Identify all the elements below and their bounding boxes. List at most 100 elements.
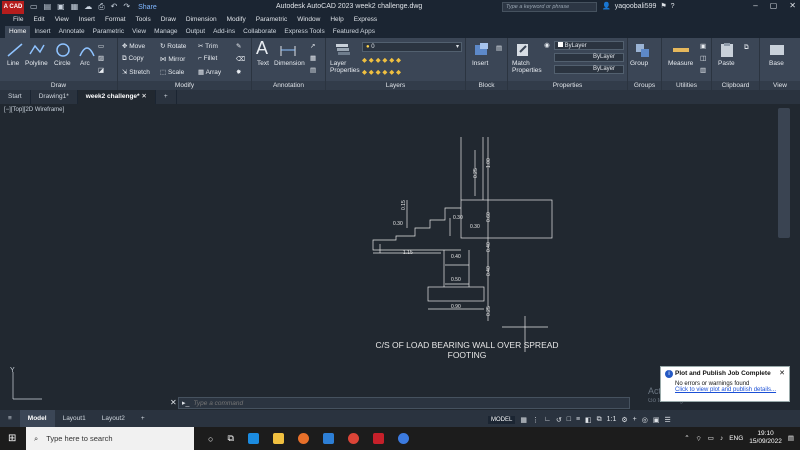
battery-icon[interactable]: ▭ <box>708 434 714 442</box>
menu-draw[interactable]: Draw <box>161 14 176 26</box>
drawing-canvas[interactable]: 1.00 0.25 0.15 0.30 0.30 0.30 0.60 1.15 … <box>0 104 800 410</box>
user-account[interactable]: 👤 yaqoobali599 ⚑ ? <box>602 2 675 11</box>
menu-format[interactable]: Format <box>105 14 126 26</box>
table-icon[interactable]: ▦ <box>310 54 316 62</box>
notification-center-icon[interactable]: ▤ <box>788 434 794 442</box>
tab-featured-apps[interactable]: Featured Apps <box>329 26 379 38</box>
print-icon[interactable]: ⎙ <box>98 2 104 12</box>
lineweight-dropdown[interactable]: ByLayer <box>554 65 624 74</box>
insert-block-icon[interactable] <box>472 42 490 58</box>
copy-button[interactable]: ⧉ Copy <box>122 55 144 63</box>
rectangle-icon[interactable]: ▭ <box>98 42 104 50</box>
annotation-scale[interactable]: 1:1 <box>607 416 617 423</box>
plot-notification[interactable]: i Plot and Publish Job Complete No error… <box>660 366 790 402</box>
mirror-button[interactable]: ⋈ Mirror <box>160 55 185 63</box>
layer-state-icon[interactable]: ◆ ◆ ◆ ◆ ◆ ◆ <box>362 68 401 76</box>
command-line[interactable]: ▸_ <box>178 397 630 409</box>
hatch-icon[interactable]: ▨ <box>98 54 104 62</box>
trim-button[interactable]: ✂ Trim <box>198 42 218 50</box>
arc-button[interactable]: Arc <box>80 60 90 67</box>
layer-dropdown[interactable]: ● 0 ▾ <box>362 42 462 52</box>
menu-window[interactable]: Window <box>297 14 320 26</box>
lineweight-icon[interactable]: ≡ <box>576 416 580 423</box>
notification-link[interactable]: Click to view plot and publish details..… <box>675 387 785 393</box>
mail-icon[interactable] <box>322 433 334 444</box>
block-tools-icon[interactable]: ▤ <box>496 44 502 52</box>
layer-tools-icon[interactable]: ◆ ◆ ◆ ◆ ◆ ◆ <box>362 56 401 64</box>
base-button[interactable]: Base <box>769 60 784 67</box>
draw-panel-title[interactable]: Draw <box>0 81 117 90</box>
block-panel-title[interactable]: Block <box>466 81 507 90</box>
doc-tab-start[interactable]: Start <box>0 90 31 104</box>
cart-icon[interactable]: ⚑ <box>660 2 666 10</box>
new-file-icon[interactable]: ▭ <box>30 2 38 12</box>
command-input[interactable] <box>193 399 614 407</box>
help-search-input[interactable]: Type a keyword or phrase <box>502 2 597 12</box>
autocad-logo[interactable]: A CAD <box>2 0 24 14</box>
save-as-icon[interactable]: ▦ <box>71 2 79 12</box>
chrome-icon[interactable] <box>347 433 359 444</box>
plus-status-icon[interactable]: + <box>633 416 637 423</box>
menu-view[interactable]: View <box>55 14 69 26</box>
chevron-up-icon[interactable]: ⌃ <box>684 434 689 442</box>
base-view-icon[interactable] <box>768 42 786 58</box>
text-icon[interactable]: A <box>256 38 268 59</box>
utilities-panel-title[interactable]: Utilities <box>662 81 711 90</box>
tab-express-tools[interactable]: Express Tools <box>280 26 328 38</box>
menu-dimension[interactable]: Dimension <box>186 14 217 26</box>
menu-help[interactable]: Help <box>330 14 343 26</box>
explode-icon[interactable]: ✸ <box>236 68 241 76</box>
notification-close-icon[interactable]: ✕ <box>779 369 785 377</box>
measure-button[interactable]: Measure <box>668 60 693 67</box>
modify-panel-title[interactable]: Modify <box>118 81 251 90</box>
line-button[interactable]: Line <box>7 60 19 67</box>
gradient-icon[interactable]: ◪ <box>98 66 104 74</box>
stretch-button[interactable]: ⇲ Stretch <box>122 68 150 76</box>
linetype-dropdown[interactable]: ByLayer <box>554 53 624 62</box>
menu-express[interactable]: Express <box>354 14 377 26</box>
dimension-button[interactable]: Dimension <box>274 60 305 67</box>
cortana-icon[interactable]: ○ <box>208 434 213 444</box>
undo-icon[interactable]: ↶ <box>111 2 118 12</box>
menu-edit[interactable]: Edit <box>33 14 44 26</box>
layout-tab-layout1[interactable]: Layout1 <box>55 410 94 427</box>
tab-parametric[interactable]: Parametric <box>89 26 128 38</box>
taskbar-search[interactable]: ⌕ Type here to search <box>26 427 194 450</box>
array-button[interactable]: ▦ Array <box>198 68 221 76</box>
snap-icon[interactable]: ⋮ <box>532 416 539 424</box>
open-folder-icon[interactable]: ▤ <box>44 2 52 12</box>
add-layout-button[interactable]: + <box>133 410 153 427</box>
fillet-button[interactable]: ⌐ Fillet <box>198 55 217 62</box>
hardware-acceleration-icon[interactable]: ▣ <box>653 416 660 424</box>
tab-home[interactable]: Home <box>5 26 31 38</box>
layer-properties-icon[interactable] <box>334 42 352 58</box>
menu-modify[interactable]: Modify <box>227 14 246 26</box>
selection-cycling-icon[interactable]: ⧉ <box>597 416 602 424</box>
layout-menu-icon[interactable]: ≡ <box>0 410 20 427</box>
circle-button[interactable]: Circle <box>54 60 71 67</box>
edge-icon[interactable] <box>247 433 259 444</box>
model-space-button[interactable]: MODEL <box>488 415 516 424</box>
groups-panel-title[interactable]: Groups <box>628 81 661 90</box>
menu-parametric[interactable]: Parametric <box>256 14 287 26</box>
properties-panel-title[interactable]: Properties <box>508 81 627 90</box>
move-button[interactable]: ✥ Move <box>122 42 145 50</box>
windows-start-icon[interactable]: ⊞ <box>8 433 16 444</box>
annotation-menu-icon[interactable]: ▤ <box>310 66 316 74</box>
transparency-icon[interactable]: ◧ <box>585 416 592 424</box>
customization-icon[interactable]: ☰ <box>665 416 671 424</box>
group-icon[interactable] <box>634 42 652 58</box>
save-icon[interactable]: ▣ <box>57 2 65 12</box>
language-indicator[interactable]: ENG <box>729 435 743 442</box>
clipboard-panel-title[interactable]: Clipboard <box>712 81 759 90</box>
match-properties-button[interactable]: Match Properties <box>512 60 544 74</box>
menu-file[interactable]: File <box>13 14 23 26</box>
tab-collaborate[interactable]: Collaborate <box>239 26 280 38</box>
clock[interactable]: 19:10 15/09/2022 <box>749 430 782 446</box>
id-point-icon[interactable]: ◫ <box>700 54 706 62</box>
annotation-panel-title[interactable]: Annotation <box>252 81 325 90</box>
arc-icon[interactable] <box>78 42 96 58</box>
pencil-icon[interactable]: ✎ <box>236 42 241 50</box>
layer-properties-button[interactable]: Layer Properties <box>330 60 360 74</box>
dimension-icon[interactable] <box>279 42 297 58</box>
